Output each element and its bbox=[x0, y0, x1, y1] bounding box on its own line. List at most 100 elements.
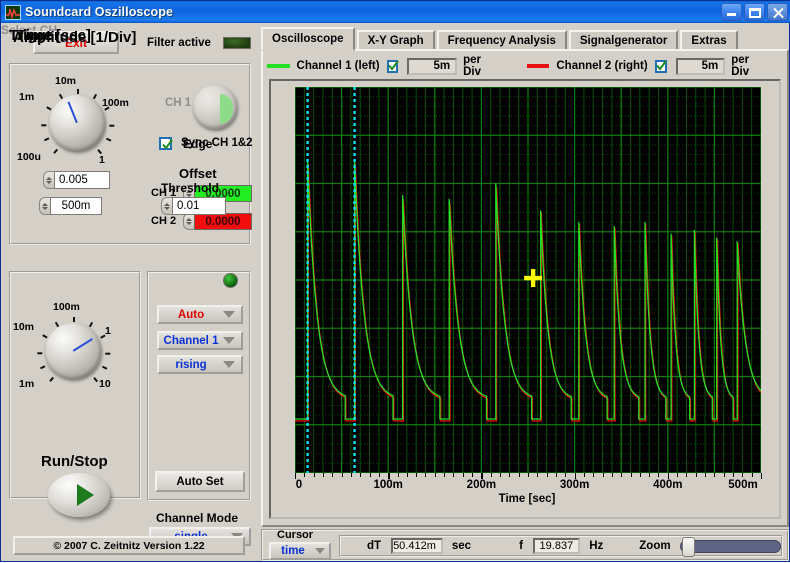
channel-settings-bar: Channel 1 (left) 5m per Div Channel 2 (righ… bbox=[267, 54, 783, 78]
tab-x-y-graph[interactable]: X-Y Graph bbox=[356, 30, 435, 51]
x-axis-tick-label: 400m bbox=[653, 479, 683, 491]
status-bar: Cursor time dT 50.412m sec f 19.837 Hz Z… bbox=[261, 529, 789, 561]
cursor-label: Cursor bbox=[277, 529, 314, 541]
scope-display[interactable] bbox=[295, 87, 761, 473]
main-area: Oscilloscope X-Y Graph Frequency Analysis S… bbox=[259, 23, 790, 563]
threshold-stepper[interactable]: 0.01 bbox=[161, 197, 226, 215]
x-axis-tick bbox=[658, 473, 660, 477]
run-stop-button[interactable] bbox=[48, 473, 110, 517]
x-axis-tick bbox=[677, 473, 679, 477]
channel-2-checkbox[interactable] bbox=[654, 59, 667, 73]
x-axis-tick bbox=[332, 473, 334, 477]
dt-label: dT bbox=[367, 540, 382, 552]
x-axis-tick bbox=[537, 473, 539, 477]
channel-1-checkbox[interactable] bbox=[386, 59, 399, 73]
title-bar: Soundcard Oszilloscope bbox=[1, 1, 790, 23]
maximize-icon[interactable] bbox=[744, 3, 765, 21]
x-axis-tick bbox=[350, 473, 352, 477]
x-axis-tick bbox=[472, 473, 474, 477]
trigger-title: Trigger bbox=[9, 27, 60, 44]
offset-ch2-arrows[interactable] bbox=[183, 213, 194, 230]
x-axis-tick bbox=[425, 473, 427, 477]
offset-title: Offset bbox=[179, 166, 217, 181]
time-stepper-arrows[interactable] bbox=[39, 197, 50, 215]
offset-ch2-value[interactable]: 0.0000 bbox=[194, 213, 252, 230]
time-stepper[interactable]: 500m bbox=[39, 197, 102, 215]
x-axis-tick bbox=[434, 473, 436, 477]
x-axis-tick bbox=[500, 473, 502, 477]
x-axis-tick bbox=[555, 473, 557, 477]
x-axis-tick bbox=[761, 473, 763, 479]
cursor-mode-dropdown[interactable]: time bbox=[269, 542, 331, 560]
x-axis-tick bbox=[416, 473, 418, 477]
frequency-unit: Hz bbox=[589, 540, 604, 552]
chevron-down-icon bbox=[223, 361, 235, 368]
tab-bar: Oscilloscope X-Y Graph Frequency Analysis S… bbox=[261, 27, 789, 51]
chevron-down-icon bbox=[315, 548, 325, 554]
x-axis-tick bbox=[322, 473, 324, 477]
x-axis-tick bbox=[565, 473, 567, 477]
x-axis-tick bbox=[369, 473, 371, 477]
close-icon[interactable] bbox=[767, 3, 788, 21]
offset-ch2-stepper[interactable]: 0.0000 bbox=[183, 213, 252, 230]
x-axis: 0 100m 200m 300m 400m 500m bbox=[295, 473, 763, 491]
trigger-mode-dropdown[interactable]: Auto bbox=[157, 305, 243, 324]
trigger-channel-dropdown[interactable]: Channel 1 bbox=[157, 331, 243, 350]
time-tick-100m: 100m bbox=[53, 301, 80, 313]
x-axis-tick bbox=[621, 473, 623, 477]
amplitude-knob[interactable] bbox=[49, 95, 105, 151]
threshold-value[interactable]: 0.01 bbox=[172, 197, 226, 215]
tab-frequency-analysis[interactable]: Frequency Analysis bbox=[436, 30, 567, 51]
copyright-bar: © 2007 C. Zeitnitz Version 1.22 bbox=[13, 536, 245, 555]
edge-label: Edge bbox=[183, 137, 213, 151]
amplitude-tick-1: 1 bbox=[99, 154, 105, 166]
amplitude-stepper-arrows[interactable] bbox=[43, 171, 54, 189]
auto-set-button[interactable]: Auto Set bbox=[155, 471, 245, 492]
x-axis-tick-label: 0 bbox=[295, 479, 303, 491]
x-axis-tick bbox=[304, 473, 306, 477]
channel-1-color-swatch bbox=[267, 64, 290, 68]
tab-signalgenerator[interactable]: Signalgenerator bbox=[568, 30, 679, 51]
zoom-label: Zoom bbox=[639, 540, 671, 552]
channel-2-div-value[interactable]: 5m bbox=[675, 57, 726, 75]
knob-tick bbox=[37, 352, 43, 355]
amplitude-tick-100u: 100u bbox=[17, 151, 41, 163]
select-ch-knob[interactable] bbox=[193, 85, 237, 129]
threshold-arrows[interactable] bbox=[161, 197, 172, 215]
time-tick-1m: 1m bbox=[19, 378, 35, 390]
x-axis-tick bbox=[406, 473, 408, 477]
knob-tick bbox=[109, 124, 115, 127]
amplitude-stepper[interactable]: 0.005 bbox=[43, 171, 110, 189]
time-value[interactable]: 500m bbox=[50, 197, 102, 215]
x-axis-tick-label: 300m bbox=[559, 479, 590, 491]
x-axis-tick bbox=[583, 473, 585, 477]
x-axis-label: Time [sec] bbox=[498, 493, 556, 505]
x-axis-tick bbox=[444, 473, 446, 477]
zoom-slider[interactable] bbox=[679, 536, 781, 557]
tab-oscilloscope[interactable]: Oscilloscope bbox=[261, 27, 355, 51]
trigger-edge-value: rising bbox=[175, 358, 207, 371]
amplitude-value[interactable]: 0.005 bbox=[54, 171, 110, 189]
time-tick-10m: 10m bbox=[13, 321, 35, 333]
zoom-slider-handle[interactable] bbox=[681, 536, 695, 557]
time-knob[interactable] bbox=[45, 323, 101, 379]
window-controls bbox=[721, 3, 789, 21]
x-axis-tick bbox=[341, 473, 343, 477]
trigger-edge-dropdown[interactable]: rising bbox=[157, 355, 243, 374]
sync-checkbox[interactable] bbox=[159, 137, 173, 150]
trigger-led bbox=[223, 273, 238, 288]
minimize-icon[interactable] bbox=[721, 3, 742, 21]
x-axis-tick bbox=[611, 473, 613, 477]
frequency-label: f bbox=[519, 540, 523, 552]
chevron-down-icon bbox=[223, 337, 235, 344]
select-ch-label: CH 1 bbox=[165, 97, 192, 109]
channel-2-label: Channel 2 (right) bbox=[556, 60, 648, 72]
x-axis-tick bbox=[462, 473, 464, 477]
x-axis-tick bbox=[378, 473, 380, 477]
x-axis-tick bbox=[649, 473, 651, 477]
frequency-value: 19.837 bbox=[532, 538, 581, 554]
x-axis-tick bbox=[360, 473, 362, 477]
channel-1-div-value[interactable]: 5m bbox=[407, 57, 458, 75]
play-icon bbox=[76, 484, 94, 506]
tab-extras[interactable]: Extras bbox=[680, 30, 738, 51]
